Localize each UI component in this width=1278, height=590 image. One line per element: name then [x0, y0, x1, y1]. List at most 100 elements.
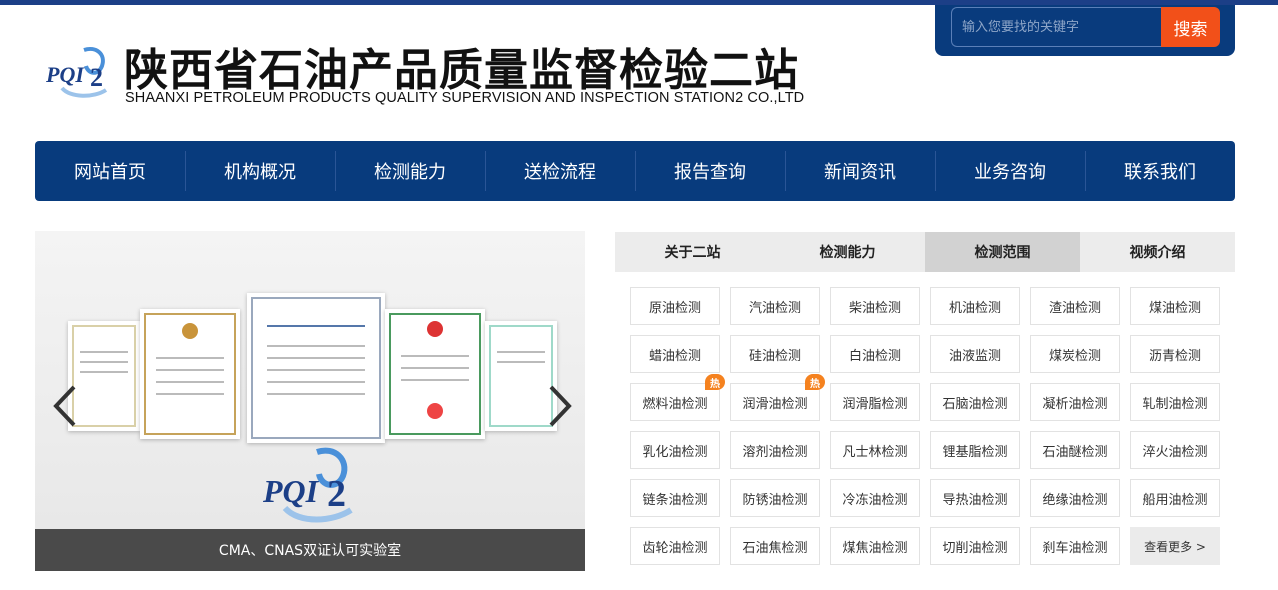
service-item[interactable]: 石油焦检测 — [730, 527, 820, 565]
service-item[interactable]: 防锈油检测 — [730, 479, 820, 517]
service-item[interactable]: 石脑油检测 — [930, 383, 1020, 421]
service-item[interactable]: 石油醚检测 — [1030, 431, 1120, 469]
service-item-label: 齿轮油检测 — [642, 540, 708, 556]
service-item-label: 溶剂油检测 — [742, 444, 808, 460]
service-item-label: 乳化油检测 — [642, 444, 708, 460]
service-item[interactable]: 渣油检测 — [1030, 287, 1120, 325]
site-subtitle: SHAANXI PETROLEUM PRODUCTS QUALITY SUPER… — [125, 90, 805, 106]
main-nav: 网站首页 机构概况 检测能力 送检流程 报告查询 新闻资讯 业务咨询 联系我们 — [35, 141, 1235, 201]
tab-capability[interactable]: 检测能力 — [770, 232, 925, 272]
slider-caption: CMA、CNAS双证认可实验室 — [35, 529, 585, 571]
service-item[interactable]: 淬火油检测 — [1130, 431, 1220, 469]
service-item[interactable]: 油液监测 — [930, 335, 1020, 373]
service-item[interactable]: 切削油检测 — [930, 527, 1020, 565]
service-item-label: 燃料油检测 — [642, 396, 708, 412]
service-item-label: 原油检测 — [648, 300, 701, 316]
service-item[interactable]: 凡士林检测 — [830, 431, 920, 469]
site-logo[interactable]: PQI 2 — [44, 44, 116, 100]
nav-item-consult[interactable]: 业务咨询 — [935, 141, 1085, 201]
site-title: 陕西省石油产品质量监督检验二站 — [124, 45, 799, 96]
service-item-label: 机油检测 — [948, 300, 1001, 316]
service-item-label: 石脑油检测 — [942, 396, 1008, 412]
service-item[interactable]: 溶剂油检测 — [730, 431, 820, 469]
service-item[interactable]: 润滑脂检测 — [830, 383, 920, 421]
nav-item-capability[interactable]: 检测能力 — [335, 141, 485, 201]
service-item[interactable]: 硅油检测 — [730, 335, 820, 373]
service-item-label: 硅油检测 — [748, 348, 801, 364]
service-item-label: 柴油检测 — [848, 300, 901, 316]
nav-item-process[interactable]: 送检流程 — [485, 141, 635, 201]
service-item-label: 切削油检测 — [942, 540, 1008, 556]
service-item-label: 刹车油检测 — [1042, 540, 1108, 556]
service-item-label: 煤油检测 — [1148, 300, 1201, 316]
tab-video[interactable]: 视频介绍 — [1080, 232, 1235, 272]
service-item[interactable]: 凝析油检测 — [1030, 383, 1120, 421]
service-item-label: 防锈油检测 — [742, 492, 808, 508]
nav-item-news[interactable]: 新闻资讯 — [785, 141, 935, 201]
service-item[interactable]: 导热油检测 — [930, 479, 1020, 517]
tab-scope[interactable]: 检测范围 — [925, 232, 1080, 272]
service-item-label: 石油醚检测 — [1042, 444, 1108, 460]
service-item[interactable]: 轧制油检测 — [1130, 383, 1220, 421]
svg-text:2: 2 — [90, 63, 103, 92]
tab-about[interactable]: 关于二站 — [615, 232, 770, 272]
nav-item-home[interactable]: 网站首页 — [35, 141, 185, 201]
service-item-label: 冷冻油检测 — [842, 492, 908, 508]
slider-next-arrow-icon[interactable] — [545, 381, 575, 431]
service-item[interactable]: 链条油检测 — [630, 479, 720, 517]
search-button[interactable]: 搜索 — [1161, 7, 1220, 47]
hot-badge: 热 — [705, 374, 725, 390]
service-item[interactable]: 润滑油检测 热 — [730, 374, 825, 421]
svg-text:2: 2 — [327, 473, 346, 515]
service-item-label: 船用油检测 — [1142, 492, 1208, 508]
service-item[interactable]: 锂基脂检测 — [930, 431, 1020, 469]
certificate-image-right — [385, 309, 485, 439]
service-item-label: 链条油检测 — [642, 492, 708, 508]
certificate-slider[interactable]: PQI 2 CMA、CNAS双证认可实验室 — [35, 231, 585, 571]
service-item[interactable]: 煤炭检测 — [1030, 335, 1120, 373]
service-item[interactable]: 蜡油检测 — [630, 335, 720, 373]
service-item-label: 汽油检测 — [748, 300, 801, 316]
service-item[interactable]: 刹车油检测 — [1030, 527, 1120, 565]
service-item[interactable]: 沥青检测 — [1130, 335, 1220, 373]
content-tabs: 关于二站 检测能力 检测范围 视频介绍 — [615, 232, 1235, 272]
service-item[interactable]: 冷冻油检测 — [830, 479, 920, 517]
view-more-button[interactable]: 查看更多 > — [1130, 527, 1220, 565]
service-item-label: 蜡油检测 — [648, 348, 701, 364]
service-item[interactable]: 煤焦油检测 — [830, 527, 920, 565]
service-item-label: 沥青检测 — [1148, 348, 1201, 364]
slider-prev-arrow-icon[interactable] — [50, 381, 80, 431]
svg-text:PQI: PQI — [262, 473, 320, 509]
service-item-label: 凝析油检测 — [1042, 396, 1108, 412]
nav-item-about[interactable]: 机构概况 — [185, 141, 335, 201]
service-item-label: 润滑脂检测 — [842, 396, 908, 412]
service-item-label: 渣油检测 — [1048, 300, 1101, 316]
service-item[interactable]: 船用油检测 — [1130, 479, 1220, 517]
nav-item-report[interactable]: 报告查询 — [635, 141, 785, 201]
service-item-label: 油液监测 — [948, 348, 1001, 364]
service-item-label: 淬火油检测 — [1142, 444, 1208, 460]
service-item[interactable]: 燃料油检测 热 — [630, 374, 725, 421]
certificate-image-left — [140, 309, 240, 439]
service-item-label: 轧制油检测 — [1142, 396, 1208, 412]
hot-badge: 热 — [805, 374, 825, 390]
svg-text:PQI: PQI — [45, 62, 85, 87]
service-item-label: 白油检测 — [848, 348, 901, 364]
service-item[interactable]: 乳化油检测 — [630, 431, 720, 469]
certificate-image-center — [247, 293, 385, 443]
nav-item-contact[interactable]: 联系我们 — [1085, 141, 1235, 201]
service-item-label: 导热油检测 — [942, 492, 1008, 508]
service-item[interactable]: 机油检测 — [930, 287, 1020, 325]
service-item-label: 煤焦油检测 — [842, 540, 908, 556]
service-item[interactable]: 齿轮油检测 — [630, 527, 720, 565]
search-input[interactable] — [951, 7, 1162, 47]
service-item[interactable]: 原油检测 — [630, 287, 720, 325]
service-item[interactable]: 柴油检测 — [830, 287, 920, 325]
service-item[interactable]: 绝缘油检测 — [1030, 479, 1120, 517]
service-item[interactable]: 煤油检测 — [1130, 287, 1220, 325]
service-item-label: 绝缘油检测 — [1042, 492, 1108, 508]
slider-logo: PQI 2 — [257, 444, 367, 526]
service-item[interactable]: 汽油检测 — [730, 287, 820, 325]
service-item[interactable]: 白油检测 — [830, 335, 920, 373]
service-item-label: 锂基脂检测 — [942, 444, 1008, 460]
